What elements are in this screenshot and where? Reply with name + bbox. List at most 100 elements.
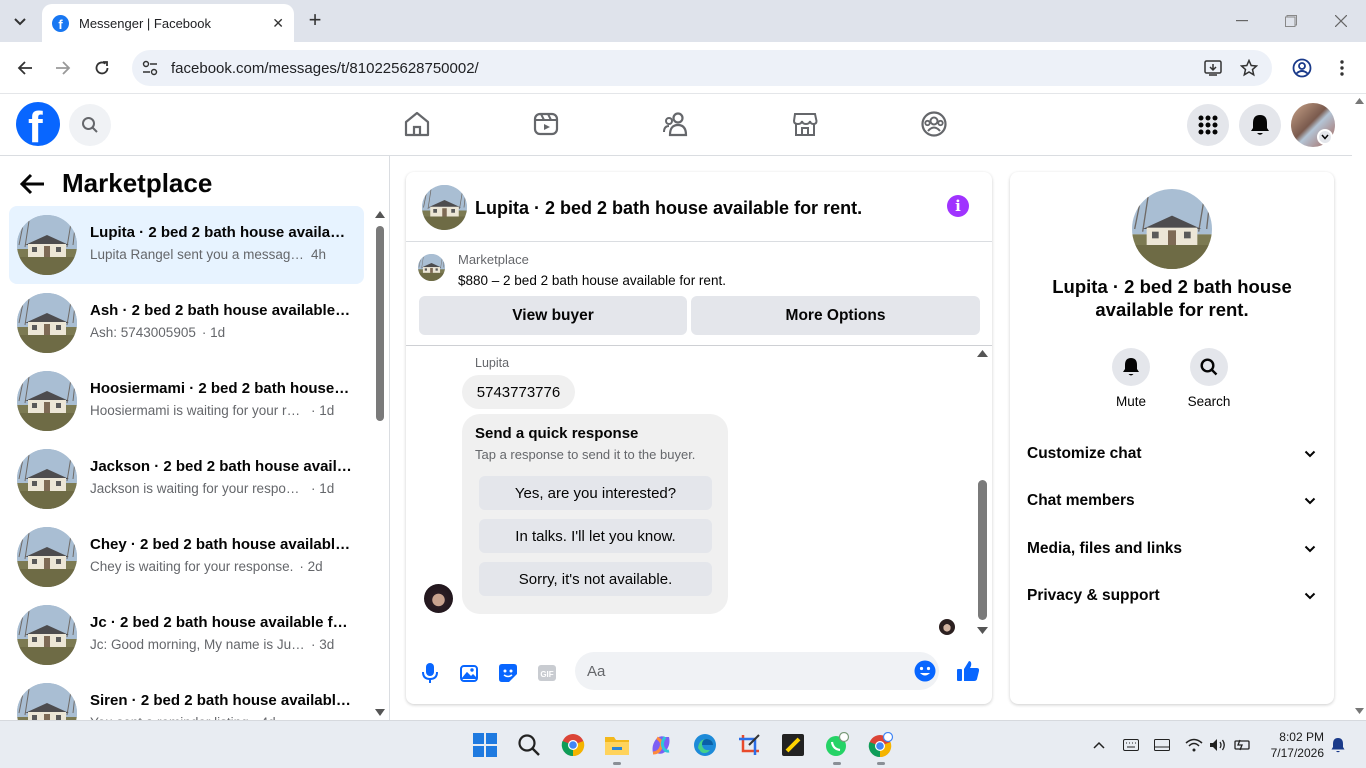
taskbar-chrome[interactable]: [557, 729, 589, 761]
nav-video[interactable]: [491, 94, 601, 154]
taskbar-edge[interactable]: [689, 729, 721, 761]
message-bubble[interactable]: 5743773776: [462, 375, 575, 409]
search-action[interactable]: Search: [1179, 348, 1239, 409]
back-button[interactable]: [11, 54, 39, 82]
mute-action[interactable]: Mute: [1101, 348, 1161, 409]
taskbar-chrome-profile[interactable]: [865, 729, 897, 761]
chat-members-row[interactable]: Chat members: [1018, 479, 1326, 523]
more-options-button[interactable]: More Options: [691, 296, 980, 335]
tab-close-button[interactable]: ✕: [272, 15, 284, 32]
nav-home[interactable]: [362, 94, 472, 154]
listing-thumbnail: [17, 605, 77, 665]
keyboard-icon: [1123, 739, 1139, 751]
running-indicator: [613, 762, 621, 765]
conversation-item[interactable]: Jackson · 2 bed 2 bath house available f…: [9, 440, 364, 518]
taskbar-whatsapp[interactable]: [821, 729, 853, 761]
profile-icon[interactable]: [1288, 54, 1316, 82]
listing-thumbnail[interactable]: [418, 254, 445, 281]
chrome-icon: [561, 734, 585, 757]
wifi-tray-icon[interactable]: [1184, 735, 1204, 755]
conversation-item[interactable]: Ash · 2 bed 2 bath house available for r…: [9, 284, 364, 362]
taskbar-sticky-notes[interactable]: [777, 729, 809, 761]
conversation-photo[interactable]: [1132, 189, 1212, 269]
sidebar-scroll-thumb[interactable]: [376, 226, 384, 421]
search-label: Search: [1187, 394, 1231, 409]
volume-tray-icon[interactable]: [1208, 735, 1228, 755]
chevron-down-icon[interactable]: [1317, 129, 1333, 145]
page-scrollbar[interactable]: [1352, 94, 1366, 720]
tab-search-button[interactable]: [6, 7, 34, 35]
message-input[interactable]: [575, 652, 939, 690]
system-clock[interactable]: 8:02 PM 7/17/2026: [1262, 729, 1324, 761]
sender-avatar[interactable]: [424, 584, 453, 613]
url-text[interactable]: facebook.com/messages/t/810225628750002/: [171, 60, 479, 77]
conversation-item[interactable]: Lupita · 2 bed 2 bath house available fo…: [9, 206, 364, 284]
conversation-item[interactable]: Jc · 2 bed 2 bath house available for re…: [9, 596, 364, 674]
conversation-item[interactable]: Hoosiermami · 2 bed 2 bath house availab…: [9, 362, 364, 440]
nav-friends[interactable]: [621, 94, 731, 154]
taskbar-search-button[interactable]: [513, 729, 545, 761]
home-icon: [404, 111, 430, 137]
privacy-support-row[interactable]: Privacy & support: [1018, 574, 1326, 618]
chevron-up-icon: [1093, 741, 1105, 749]
taskbar-file-explorer[interactable]: [601, 729, 633, 761]
voice-clip-button[interactable]: [417, 660, 443, 686]
thumbs-up-icon: [957, 661, 980, 681]
back-arrow-icon[interactable]: [20, 173, 46, 195]
facebook-logo[interactable]: f: [16, 102, 60, 146]
quick-response-button[interactable]: Yes, are you interested?: [479, 476, 712, 510]
sidebar-header: Marketplace: [20, 168, 212, 199]
conversation-preview: Hoosiermami is waiting for your response…: [90, 403, 305, 418]
display-tray-icon[interactable]: [1152, 735, 1172, 755]
running-indicator: [833, 762, 841, 765]
show-hidden-icons-button[interactable]: [1089, 735, 1109, 755]
tab-title: Messenger | Facebook: [79, 15, 211, 31]
facebook-search-button[interactable]: [69, 104, 111, 146]
windows-logo-icon: [473, 733, 497, 757]
close-window-button[interactable]: [1329, 10, 1353, 32]
chat-scrollbar[interactable]: [976, 350, 990, 640]
conversation-preview: Jackson is waiting for your response.: [90, 481, 305, 496]
start-button[interactable]: [469, 729, 501, 761]
reload-button[interactable]: [88, 54, 116, 82]
conversation-item[interactable]: Chey · 2 bed 2 bath house available for …: [9, 518, 364, 596]
gif-button[interactable]: GIF: [534, 660, 560, 686]
customize-chat-row[interactable]: Customize chat: [1018, 432, 1326, 476]
forward-button[interactable]: [49, 54, 77, 82]
marketplace-sidebar: Marketplace Lupita · 2 bed 2 bath house …: [0, 156, 390, 743]
emoji-button[interactable]: [912, 658, 938, 684]
quick-response-button[interactable]: Sorry, it's not available.: [479, 562, 712, 596]
notifications-button[interactable]: [1239, 104, 1281, 146]
conversation-preview: Chey is waiting for your response.: [90, 559, 294, 574]
notification-center-button[interactable]: [1328, 735, 1348, 755]
attach-image-button[interactable]: [456, 660, 482, 686]
listing-price-title[interactable]: $880 – 2 bed 2 bath house available for …: [458, 273, 726, 288]
address-bar[interactable]: facebook.com/messages/t/810225628750002/: [132, 50, 1272, 86]
conversation-name: Lupita · 2 bed 2 bath house available fo…: [90, 224, 352, 241]
taskbar-copilot[interactable]: [645, 729, 677, 761]
new-tab-button[interactable]: +: [304, 7, 326, 32]
browser-menu-icon[interactable]: [1328, 54, 1356, 82]
battery-tray-icon[interactable]: [1232, 735, 1252, 755]
send-like-button[interactable]: [955, 658, 981, 684]
chat-title[interactable]: Lupita · 2 bed 2 bath house available fo…: [475, 198, 862, 219]
menu-button[interactable]: [1187, 104, 1229, 146]
conversation-preview: Jc: Good morning, My name is Juan: [90, 637, 305, 652]
sticker-button[interactable]: [495, 660, 521, 686]
info-icon[interactable]: i: [947, 195, 969, 217]
browser-tab[interactable]: f Messenger | Facebook ✕: [42, 4, 294, 42]
keyboard-tray-icon[interactable]: [1121, 735, 1141, 755]
conversation-time: · 1d: [201, 325, 226, 340]
chat-thumbnail[interactable]: [422, 185, 467, 230]
maximize-button[interactable]: [1279, 10, 1303, 32]
nav-groups[interactable]: [879, 94, 989, 154]
quick-response-button[interactable]: In talks. I'll let you know.: [479, 519, 712, 553]
view-buyer-button[interactable]: View buyer: [419, 296, 687, 335]
taskbar-snipping-tool[interactable]: [733, 729, 765, 761]
conversation-name: Siren · 2 bed 2 bath house available for…: [90, 692, 352, 709]
chat-scroll-thumb[interactable]: [978, 480, 987, 620]
media-files-links-row[interactable]: Media, files and links: [1018, 527, 1326, 571]
minimize-button[interactable]: [1230, 10, 1254, 32]
nav-marketplace[interactable]: [750, 94, 860, 154]
browser-toolbar: facebook.com/messages/t/810225628750002/: [0, 42, 1366, 94]
